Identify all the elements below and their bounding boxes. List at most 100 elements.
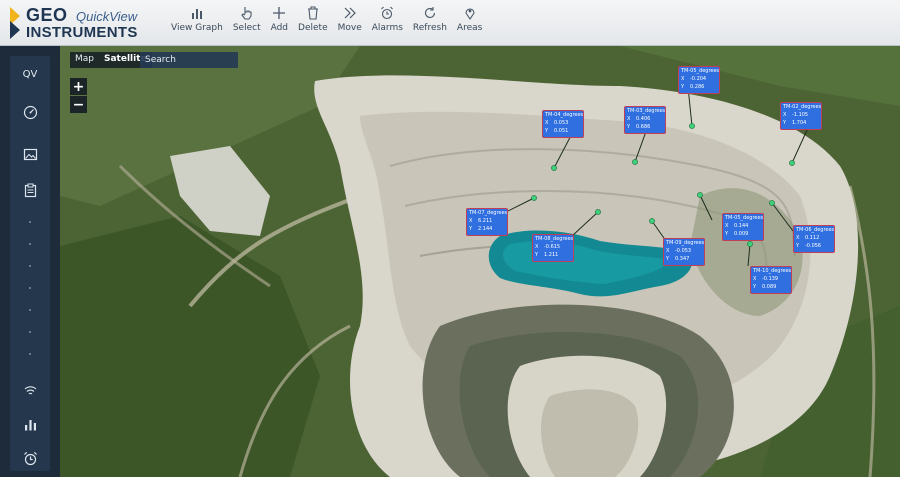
sensor-x-value: 6.211 xyxy=(478,218,493,224)
sensor-y-row: Y 0.686 xyxy=(627,123,663,131)
sensor-y-label: Y xyxy=(469,226,473,232)
sensor-popup[interactable]: TM-06_degrees X 0.112 Y -0.056 xyxy=(793,225,835,253)
clipboard-icon xyxy=(24,183,36,197)
sidebar-separator-dot xyxy=(29,331,31,333)
areas-label: Areas xyxy=(456,23,483,33)
sensor-x-value: 0.053 xyxy=(554,120,569,126)
sensor-x-row: X -0.204 xyxy=(681,75,717,83)
alarms-label: Alarms xyxy=(371,23,403,33)
sensor-x-label: X xyxy=(725,223,729,229)
alarms-button[interactable]: Alarms xyxy=(367,6,408,40)
zoom-out-button[interactable]: − xyxy=(70,96,87,113)
sidebar-item-dashboard[interactable] xyxy=(10,98,50,126)
sensor-x-label: X xyxy=(666,248,670,254)
sensor-name: TM-10_degrees xyxy=(753,268,792,274)
zoom-in-button[interactable]: + xyxy=(70,78,87,95)
sensor-y-label: Y xyxy=(666,256,670,262)
sidebar-separator-dot xyxy=(29,243,31,245)
sensor-name: TM-02_degrees xyxy=(783,104,822,110)
sensor-x-label: X xyxy=(627,116,631,122)
add-label: Add xyxy=(270,23,289,33)
sensor-popup[interactable]: TM-04_degrees X 0.053 Y 0.051 xyxy=(542,110,584,138)
sensor-x-row: X 0.053 xyxy=(545,119,581,127)
sidebar-separator-dot xyxy=(29,287,31,289)
sensor-popup[interactable]: TM-07_degrees X 6.211 Y 2.144 xyxy=(466,208,508,236)
areas-button[interactable]: Areas xyxy=(452,6,487,40)
sidebar-panel: QV xyxy=(10,56,50,471)
sensor-y-label: Y xyxy=(725,231,729,237)
satellite-map[interactable]: Map Satellite + − TM-05_degrees X-0.204 … xyxy=(60,46,900,477)
sensor-popup[interactable]: TM-10_degrees X -0.139 Y 0.089 xyxy=(750,266,792,294)
sensor-x-row: X -0.053 xyxy=(666,247,702,255)
map-search-input[interactable] xyxy=(140,52,238,68)
sensor-y-value: 1.704 xyxy=(792,120,807,126)
sensor-x-row: X -1.105 xyxy=(783,111,819,119)
zoom-controls: + − xyxy=(70,78,87,113)
sidebar-item-connectivity[interactable] xyxy=(10,376,50,404)
sidebar-item-graphs[interactable] xyxy=(10,410,50,438)
select-button[interactable]: Select xyxy=(228,6,266,40)
alarm-clock-icon xyxy=(23,451,37,465)
move-button[interactable]: Move xyxy=(333,6,367,40)
trash-icon xyxy=(307,6,318,20)
delete-button[interactable]: Delete xyxy=(293,6,333,40)
sensor-y-value: 0.051 xyxy=(554,128,569,134)
pointer-hand-icon xyxy=(240,7,252,20)
sensor-y-value: 0.286 xyxy=(690,84,705,90)
left-sidebar: QV xyxy=(0,46,60,477)
sensor-x-row: X -0.139 xyxy=(753,275,789,283)
sensor-y-row: Y -0.056 xyxy=(796,242,832,250)
sensor-y-label: Y xyxy=(753,284,757,290)
refresh-button[interactable]: Refresh xyxy=(408,6,452,40)
sensor-name: TM-05_degrees xyxy=(725,215,764,221)
sensor-name: TM-08_degrees xyxy=(535,236,574,242)
sidebar-qv-label: QV xyxy=(22,68,38,80)
sensor-y-value: 0.686 xyxy=(636,124,651,130)
sensor-popup[interactable]: TM-08_degrees X -0.615 Y 1.211 xyxy=(532,234,574,262)
sensor-name: TM-06_degrees xyxy=(796,227,835,233)
sensor-name: TM-03_degrees xyxy=(627,108,666,114)
sidebar-separator-dot xyxy=(29,353,31,355)
double-chevron-right-icon xyxy=(344,7,356,19)
sidebar-separator-dot xyxy=(29,221,31,223)
map-pin-icon xyxy=(465,8,475,20)
sensor-popup[interactable]: TM-09_degrees X -0.053 Y 0.347 xyxy=(663,238,705,266)
sensor-x-row: X 6.211 xyxy=(469,217,505,225)
sidebar-item-reports[interactable] xyxy=(10,176,50,204)
plus-icon xyxy=(273,7,286,19)
geo-instruments-logo[interactable]: GEO QuickView INSTRUMENTS xyxy=(8,4,158,42)
delete-label: Delete xyxy=(298,23,328,33)
quickview-app: GEO QuickView INSTRUMENTS View Graph Sel… xyxy=(0,0,900,477)
sensor-popup[interactable]: TM-05_degrees X 0.144 Y 0.009 xyxy=(722,213,764,241)
toolbar-actions: View Graph Select Add Delete Move Alarms xyxy=(166,6,487,40)
sensor-x-label: X xyxy=(535,244,539,250)
sensor-y-label: Y xyxy=(535,252,539,258)
map-type-map[interactable]: Map xyxy=(70,52,99,68)
logo-product-text: QuickView xyxy=(76,9,138,24)
sidebar-item-images[interactable] xyxy=(10,140,50,168)
refresh-icon xyxy=(424,7,435,18)
sidebar-separator-dot xyxy=(29,309,31,311)
satellite-imagery xyxy=(60,46,900,477)
sensor-popup[interactable]: TM-02_degrees X -1.105 Y 1.704 xyxy=(780,102,822,130)
view-graph-button[interactable]: View Graph xyxy=(166,6,228,40)
sensor-x-label: X xyxy=(753,276,757,282)
logo-mark-icon xyxy=(10,7,20,39)
sensor-x-row: X 0.406 xyxy=(627,115,663,123)
bar-chart-icon xyxy=(24,419,36,430)
sensor-x-row: X 0.112 xyxy=(796,234,832,242)
sensor-y-row: Y 0.009 xyxy=(725,230,761,238)
sensor-popup[interactable]: TM-03_degrees X 0.406 Y 0.686 xyxy=(624,106,666,134)
sensor-x-value: -0.204 xyxy=(690,76,707,82)
sensor-y-row: Y 1.704 xyxy=(783,119,819,127)
sidebar-item-qv[interactable]: QV xyxy=(10,60,50,88)
add-button[interactable]: Add xyxy=(266,6,293,40)
sidebar-item-alarms[interactable] xyxy=(10,444,50,472)
sensor-x-value: -0.139 xyxy=(762,276,779,282)
sensor-x-label: X xyxy=(783,112,787,118)
sensor-x-value: 0.406 xyxy=(636,116,651,122)
logo-instruments-text: INSTRUMENTS xyxy=(26,24,138,41)
sensor-x-row: X -0.615 xyxy=(535,243,571,251)
sensor-x-label: X xyxy=(469,218,473,224)
sensor-popup[interactable]: TM-05_degrees X -0.204 Y 0.286 xyxy=(678,66,720,94)
